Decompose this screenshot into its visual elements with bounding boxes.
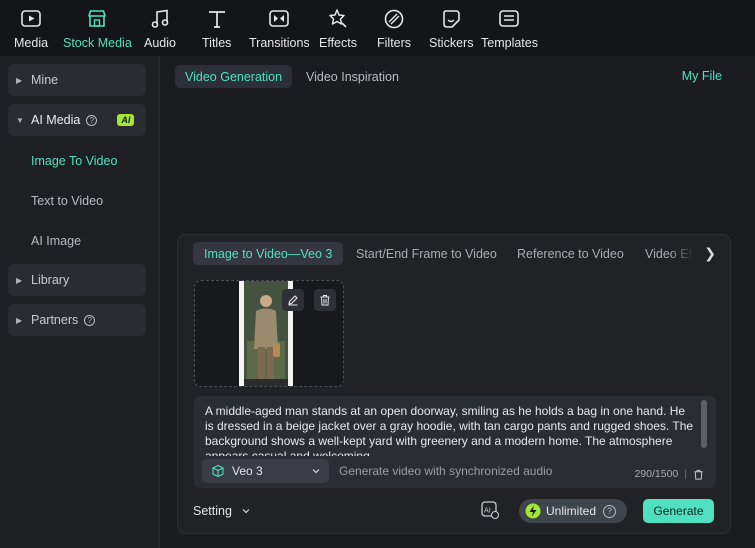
my-file-link[interactable]: My File	[682, 69, 722, 83]
toolbar-label: Titles	[202, 36, 232, 50]
toolbar-label: Transitions	[249, 36, 310, 50]
toolbar-label: Filters	[377, 36, 412, 50]
toolbar-transitions[interactable]: Transitions	[249, 0, 310, 50]
setting-label: Setting	[193, 504, 232, 518]
sidebar-item-ai-media[interactable]: ▼ AI Media ? AI	[8, 104, 146, 136]
model-select[interactable]: Veo 3	[202, 459, 329, 483]
caret-down-icon: ▼	[16, 115, 24, 125]
mode-tab-video-effects[interactable]: Video Ef	[634, 242, 694, 265]
sidebar-item-library[interactable]: ▶ Library	[8, 264, 146, 296]
tab-video-inspiration[interactable]: Video Inspiration	[296, 65, 409, 88]
toolbar-label: Media	[14, 36, 49, 50]
help-icon[interactable]: ?	[84, 314, 96, 326]
delete-image-button[interactable]	[314, 289, 336, 311]
trash-icon	[320, 295, 330, 306]
edit-image-button[interactable]	[282, 289, 304, 311]
sidebar-item-label: Library	[31, 273, 70, 287]
toolbar-label: Stickers	[429, 36, 474, 50]
transitions-icon	[269, 10, 290, 27]
model-select-value: Veo 3	[232, 464, 263, 478]
help-icon[interactable]: ?	[603, 504, 617, 518]
toolbar-templates[interactable]: Templates	[481, 0, 538, 50]
toolbar-label: Audio	[144, 36, 176, 50]
media-icon	[21, 10, 41, 27]
chevron-right-icon[interactable]: ❯	[704, 245, 716, 262]
pencil-icon	[288, 295, 298, 306]
sidebar: ▶ Mine ▼ AI Media ? AI Image To Video Te…	[0, 56, 160, 548]
sidebar-sub-ai-image[interactable]: AI Image	[31, 234, 81, 248]
mode-tab-reference-to-video[interactable]: Reference to Video	[506, 242, 635, 265]
sidebar-sub-text-to-video[interactable]: Text to Video	[31, 194, 103, 208]
sidebar-item-partners[interactable]: ▶ Partners ?	[8, 304, 146, 336]
caret-right-icon: ▶	[16, 275, 23, 285]
svg-text:AI: AI	[484, 507, 491, 515]
stickers-icon	[443, 10, 461, 28]
effects-icon	[329, 9, 347, 28]
toolbar-audio[interactable]: Audio	[144, 0, 176, 50]
clear-prompt-trash-icon[interactable]	[693, 469, 704, 480]
char-count: 290/1500	[634, 468, 679, 480]
prompt-scrollbar[interactable]	[701, 400, 707, 448]
char-counter: 290/1500 |	[634, 468, 704, 480]
toolbar-label: Stock Media	[63, 36, 132, 50]
sidebar-sub-image-to-video[interactable]: Image To Video	[31, 154, 117, 168]
toolbar-filters[interactable]: Filters	[377, 0, 411, 50]
tab-video-generation[interactable]: Video Generation	[175, 65, 293, 88]
caret-right-icon: ▶	[16, 75, 23, 85]
chevron-down-icon	[312, 469, 320, 474]
sidebar-item-label: AI Media	[31, 113, 81, 127]
generation-panel: Image to Video—Veo 3 Start/End Frame to …	[177, 234, 731, 534]
model-cube-icon	[212, 464, 224, 478]
bolt-icon	[525, 503, 541, 519]
sidebar-item-mine[interactable]: ▶ Mine	[8, 64, 146, 96]
prompt-input[interactable]: A middle-aged man stands at an open door…	[205, 404, 697, 456]
prompt-box[interactable]: A middle-aged man stands at an open door…	[194, 396, 716, 488]
top-toolbar: Media Stock Media Audio Titles Transitio…	[0, 0, 755, 56]
ai-badge: AI	[117, 114, 135, 126]
image-upload-area[interactable]	[194, 280, 344, 387]
ai-settings-icon[interactable]: AI	[480, 500, 500, 520]
counter-divider: |	[684, 468, 687, 480]
toolbar-label: Effects	[319, 36, 357, 50]
setting-dropdown[interactable]: Setting	[193, 504, 251, 518]
titles-icon	[208, 11, 225, 28]
toolbar-media[interactable]: Media	[14, 0, 48, 50]
toolbar-label: Templates	[481, 36, 538, 50]
caret-right-icon: ▶	[16, 315, 23, 325]
audio-icon	[151, 9, 169, 28]
toolbar-stickers[interactable]: Stickers	[429, 0, 473, 50]
credits-unlimited-button[interactable]: Unlimited ?	[519, 499, 627, 523]
main-area: Video Generation Video Inspiration My Fi…	[161, 56, 755, 548]
toolbar-effects[interactable]: Effects	[319, 0, 357, 50]
stock-media-icon	[88, 10, 107, 27]
help-icon[interactable]: ?	[86, 114, 98, 126]
chevron-down-icon	[242, 509, 250, 514]
mode-tab-image-to-video-veo3[interactable]: Image to Video—Veo 3	[193, 242, 344, 265]
filters-icon	[384, 9, 404, 29]
sidebar-item-label: Partners	[31, 313, 79, 327]
mode-tab-start-end-frame[interactable]: Start/End Frame to Video	[345, 242, 508, 265]
toolbar-titles[interactable]: Titles	[202, 0, 231, 50]
sidebar-item-label: Mine	[31, 73, 59, 87]
templates-icon	[499, 10, 520, 27]
toolbar-stock-media[interactable]: Stock Media	[63, 0, 132, 50]
generate-button[interactable]: Generate	[643, 499, 714, 523]
audio-hint-text: Generate video with synchronized audio	[339, 464, 553, 478]
unlimited-label: Unlimited	[546, 504, 597, 518]
